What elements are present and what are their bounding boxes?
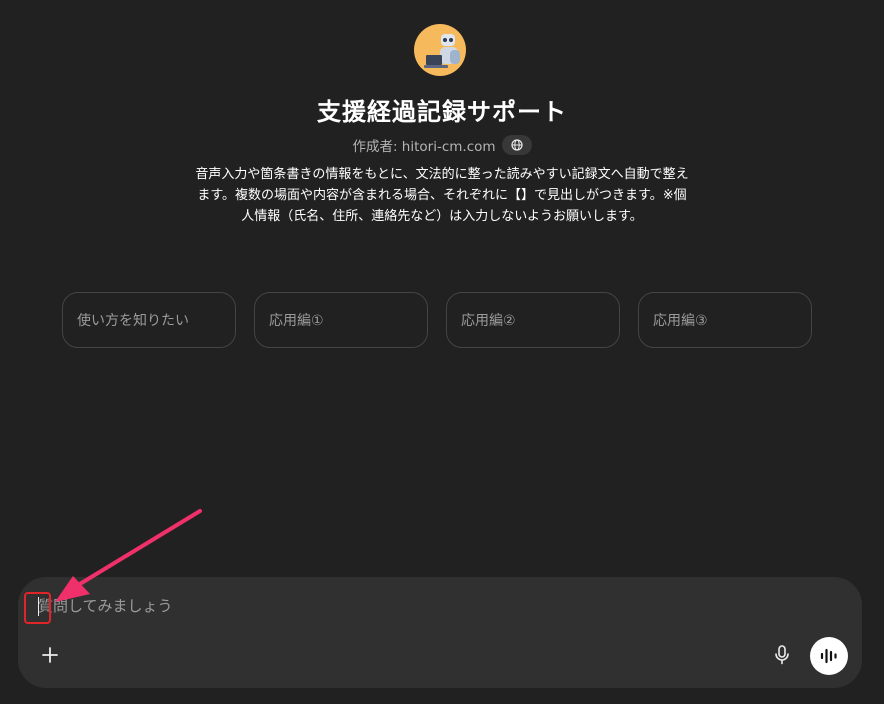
author-label[interactable]: 作成者: hitori-cm.com <box>352 135 495 155</box>
globe-button[interactable] <box>501 135 532 155</box>
robot-laptop-icon <box>424 34 460 68</box>
suggestion-chip-4[interactable]: 応用編③ <box>638 292 812 348</box>
microphone-icon <box>775 645 789 665</box>
attach-button[interactable] <box>38 643 62 667</box>
message-input[interactable]: 質問してみましょう <box>38 595 738 617</box>
plus-icon <box>42 647 58 663</box>
gpt-avatar <box>414 24 466 76</box>
voice-mode-button[interactable] <box>810 637 848 675</box>
suggestion-chip-2[interactable]: 応用編① <box>254 292 428 348</box>
suggestion-chip-3[interactable]: 応用編② <box>446 292 620 348</box>
gpt-description: 音声入力や箇条書きの情報をもとに、文法的に整った読みやすい記録文へ自動で整えます… <box>195 167 689 224</box>
author-row: 作成者: hitori-cm.com <box>0 135 884 155</box>
suggestion-list: 使い方を知りたい 応用編① 応用編② 応用編③ <box>62 292 812 348</box>
dictate-button[interactable] <box>770 643 794 667</box>
gpt-title: 支援経過記録サポート <box>317 98 567 126</box>
suggestion-chip-1[interactable]: 使い方を知りたい <box>62 292 236 348</box>
voice-mode-icon <box>820 648 837 664</box>
globe-icon <box>510 139 523 151</box>
message-composer: 質問してみましょう <box>18 577 862 688</box>
annotation-highlight-box <box>24 592 51 624</box>
